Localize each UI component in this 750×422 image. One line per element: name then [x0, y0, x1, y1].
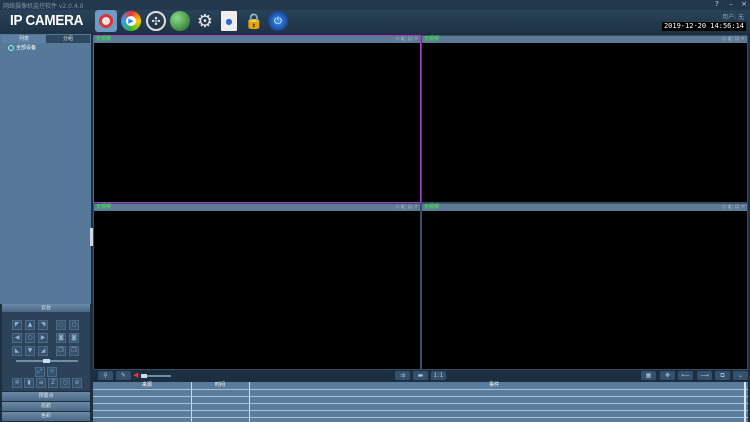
ptz-up[interactable]: ▲ — [25, 320, 35, 330]
user-label: 用户: 无 — [722, 14, 744, 21]
layout-grid-icon[interactable]: ▦ — [641, 371, 656, 380]
color-button[interactable]: 色彩 — [2, 412, 90, 421]
ptz-left[interactable]: ◀ — [12, 333, 22, 343]
ptz-down-right[interactable]: ◢ — [38, 346, 48, 356]
brightness-icon[interactable]: ☼ — [47, 367, 57, 377]
cell-header: 无视频 ◎ ◧ ▤ ✕ — [422, 204, 747, 211]
table-row — [93, 396, 748, 397]
video-cell-2[interactable]: 无视频 ◎ ◧ ▤ ✕ — [421, 35, 748, 203]
speaker-icon[interactable]: ◀ — [133, 371, 138, 379]
power-icon[interactable]: ⏻ — [268, 11, 288, 31]
cell-header: 无视频 ◎ ◧ ▤ ✕ — [422, 36, 747, 43]
video-status: 无视频 — [424, 36, 440, 42]
cell-header: 无视频 ◎ ◧ ▤ ✕ — [94, 36, 420, 43]
video-status: 无视频 — [96, 204, 112, 210]
ptz-header[interactable]: 云台 — [2, 304, 90, 312]
snapshot-icon[interactable]: ▬ — [413, 371, 428, 380]
slider-thumb[interactable] — [43, 359, 50, 363]
tab-group[interactable]: 分组 — [46, 35, 90, 43]
volume-slider[interactable] — [141, 374, 171, 378]
stop-icon[interactable]: ⊘ — [72, 378, 82, 388]
focus-far-icon[interactable]: ◙ — [69, 333, 79, 343]
focus-near-icon[interactable]: ◙ — [56, 333, 66, 343]
gear-icon[interactable]: ⚙ — [195, 11, 215, 32]
logo: IP CAMERA — [10, 12, 84, 29]
clock: 2019-12-20 14:56:14 — [662, 22, 746, 31]
live-view-icon[interactable] — [95, 10, 117, 32]
playback-icon[interactable]: ▶ — [121, 11, 141, 31]
one-to-one-icon[interactable]: 1:1 — [431, 371, 446, 380]
minimize-button[interactable]: – — [726, 0, 736, 9]
zoom-in-icon[interactable]: ◌ — [56, 320, 66, 330]
fullscreen-icon[interactable]: ✥ — [660, 371, 675, 380]
column-divider — [191, 382, 192, 422]
ptz-speed-slider[interactable] — [16, 359, 78, 363]
app-title: 网络摄像机监控软件 v2.0.4.0 — [3, 3, 84, 10]
cruise-icon[interactable]: ○ — [60, 378, 70, 388]
record-document-icon[interactable]: ● — [221, 11, 237, 31]
ptz-up-right[interactable]: ◥ — [38, 320, 48, 330]
close-button[interactable]: × — [739, 0, 749, 9]
video-cell-3[interactable]: 无视频 ◎ ◧ ▤ ✕ — [93, 203, 421, 370]
collapse-icon[interactable]: ⌄ — [733, 371, 748, 380]
iris-close-icon[interactable]: ❐ — [69, 346, 79, 356]
title-bar: 网络摄像机监控软件 v2.0.4.0 ? – × — [0, 0, 750, 10]
ptz-down[interactable]: ▼ — [25, 346, 35, 356]
ptz-controls: ◤ ▲ ◥ ◀ ○ ▶ ◣ ▼ ◢ ◌ ○ ◙ ◙ ❐ ❐ ⤢ ☼ ✲ ▮ ≡ … — [2, 312, 90, 391]
video-status: 无视频 — [424, 204, 440, 210]
video-cell-1[interactable]: 无视频 ◎ ◧ ▤ ✕ — [93, 35, 421, 203]
record-all-icon[interactable]: ⇉ — [395, 371, 410, 380]
heater-icon[interactable]: ▮ — [24, 378, 34, 388]
column-source[interactable]: 来源 — [103, 382, 191, 388]
cell-control-icons[interactable]: ◎ ◧ ▤ ✕ — [395, 204, 418, 211]
microphone-icon[interactable]: ✎ — [116, 371, 131, 380]
table-row — [93, 403, 748, 404]
ptz-down-left[interactable]: ◣ — [12, 346, 22, 356]
wiper-icon[interactable]: ✲ — [12, 378, 22, 388]
window-mode-icon[interactable]: ⧉ — [715, 371, 730, 380]
globe-icon[interactable] — [170, 11, 190, 31]
volume-thumb[interactable] — [141, 374, 147, 378]
cell-control-icons[interactable]: ◎ ◧ ▤ ✕ — [395, 36, 418, 43]
ptz-up-left[interactable]: ◤ — [12, 320, 22, 330]
column-time[interactable]: 时间 — [191, 382, 249, 388]
device-panel: 列表 分组 — [0, 34, 91, 304]
tree-item-all-devices[interactable]: 全部设备 — [8, 44, 36, 51]
table-row — [93, 410, 748, 411]
cell-control-icons[interactable]: ◎ ◧ ▤ ✕ — [722, 36, 745, 43]
tree-root-label: 全部设备 — [16, 45, 37, 51]
film-reel-icon[interactable]: ✣ — [146, 11, 166, 31]
next-page-icon[interactable]: ⟶ — [697, 371, 712, 380]
table-row — [93, 417, 748, 418]
bottom-toolbar: ⚲ ✎ ◀ ⇉ ▬ 1:1 ▦ ✥ ⟵ ⟶ ⧉ ⌄ — [93, 370, 750, 382]
cruise-button[interactable]: 巡航 — [2, 402, 90, 411]
event-log-table: 来源 时间 事件 — [93, 382, 748, 422]
flip-icon[interactable]: ≡ — [36, 378, 46, 388]
ptz-auto[interactable]: ○ — [25, 333, 35, 343]
column-event[interactable]: 事件 — [249, 382, 739, 388]
device-tree-icon — [8, 44, 14, 51]
zoom-out-icon[interactable]: ○ — [69, 320, 79, 330]
preset-button[interactable]: 预置点 — [2, 392, 90, 401]
table-row — [93, 389, 748, 390]
column-divider — [249, 382, 250, 422]
video-status: 无视频 — [96, 36, 112, 42]
lock-icon[interactable]: 🔒 — [244, 11, 264, 31]
light-icon[interactable]: ⤢ — [35, 367, 45, 377]
ptz-right[interactable]: ▶ — [38, 333, 48, 343]
iris-open-icon[interactable]: ❐ — [56, 346, 66, 356]
search-icon[interactable]: ⚲ — [98, 371, 113, 380]
cell-header: 无视频 ◎ ◧ ▤ ✕ — [94, 204, 420, 211]
mirror-icon[interactable]: Z — [48, 378, 58, 388]
previous-page-icon[interactable]: ⟵ — [678, 371, 693, 380]
tab-list[interactable]: 列表 — [2, 35, 46, 43]
video-cell-4[interactable]: 无视频 ◎ ◧ ▤ ✕ — [421, 203, 748, 370]
cell-control-icons[interactable]: ◎ ◧ ▤ ✕ — [722, 204, 745, 211]
scrollbar[interactable] — [744, 382, 746, 422]
help-button[interactable]: ? — [712, 0, 722, 9]
